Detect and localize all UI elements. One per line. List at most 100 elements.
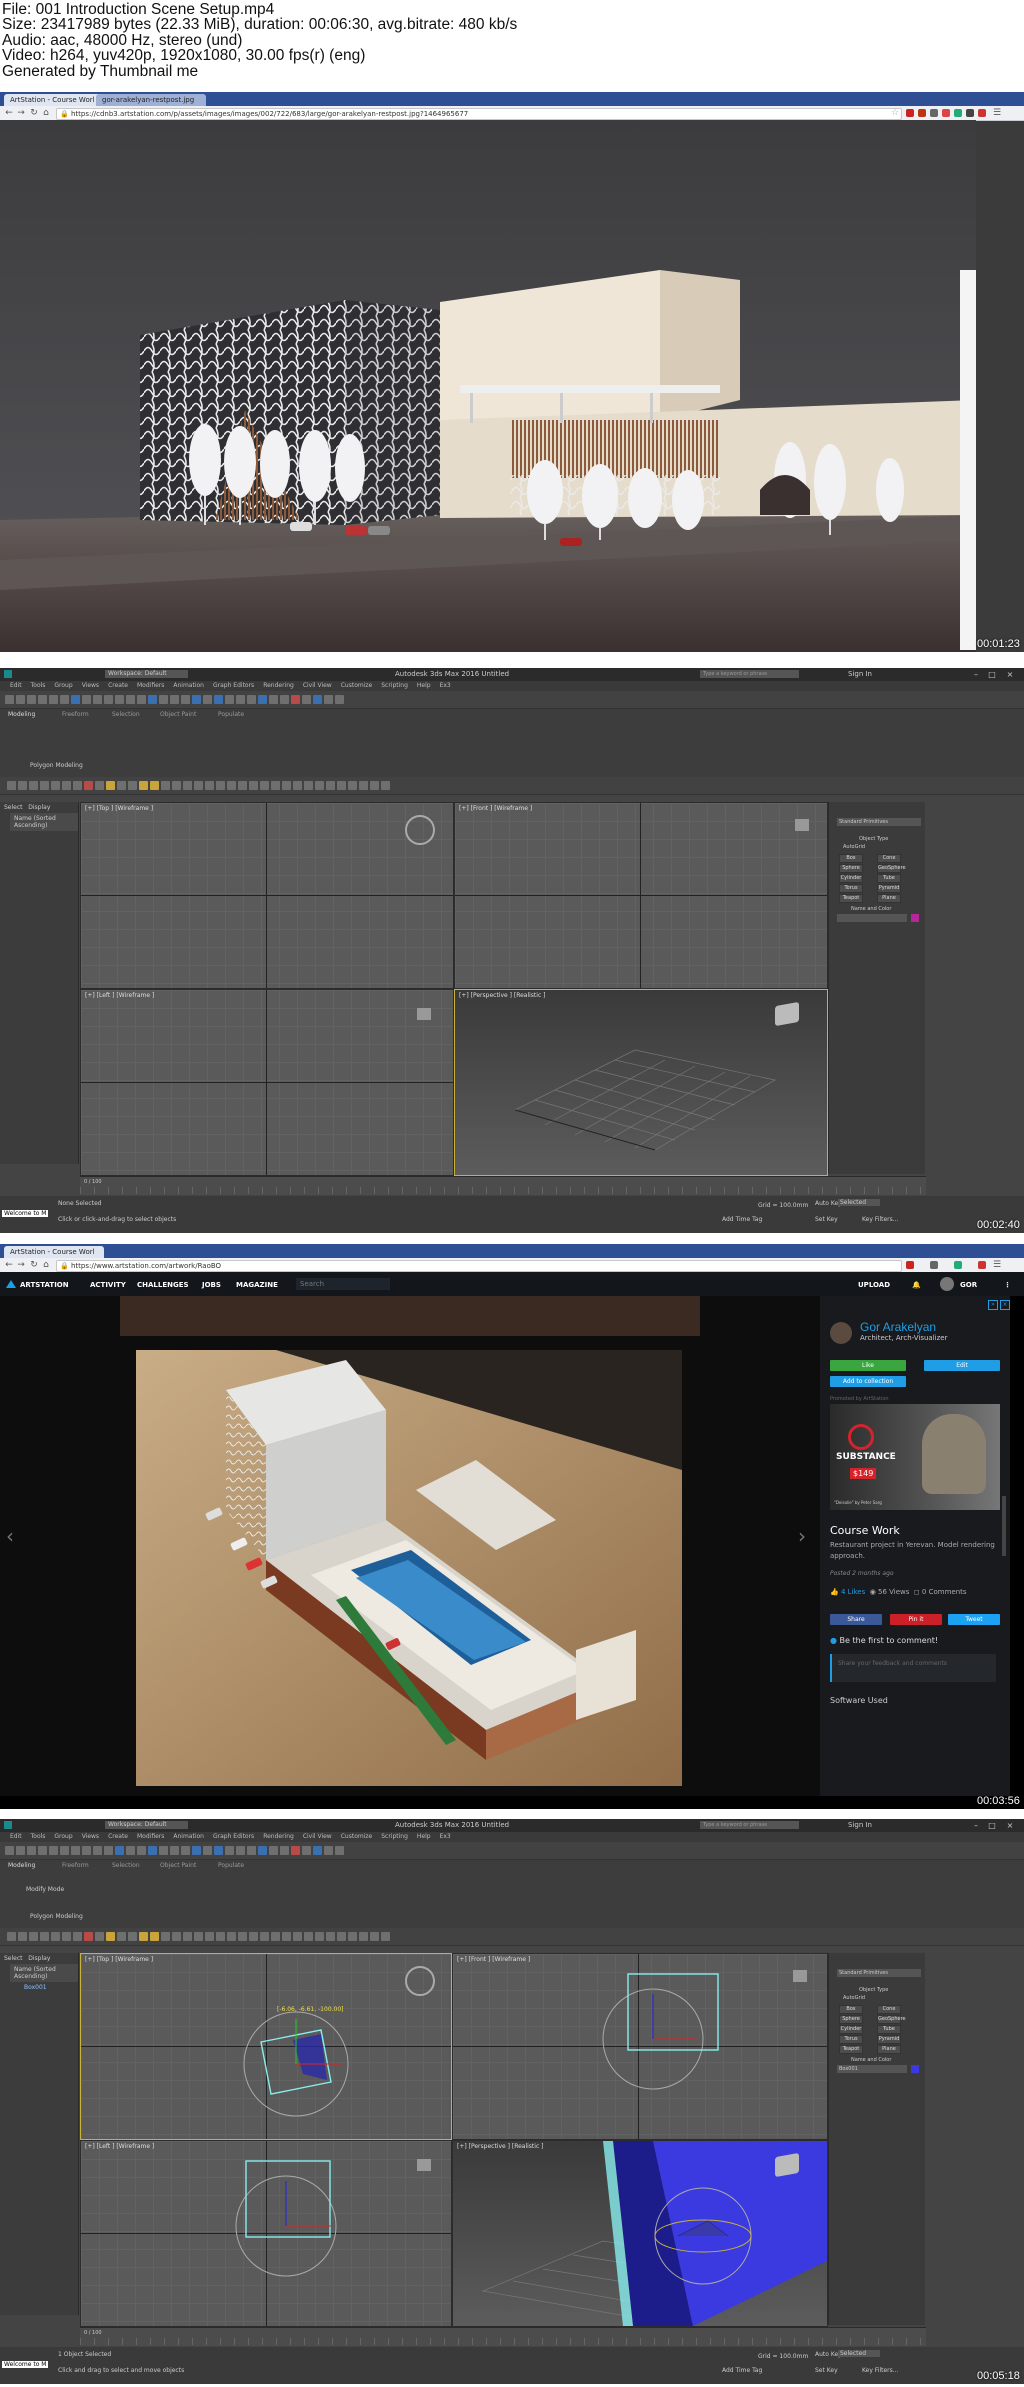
adblock-icon[interactable] (918, 109, 926, 117)
autogrid-checkbox[interactable]: AutoGrid (843, 1995, 865, 2001)
tool-icon[interactable] (62, 781, 71, 790)
menu-ex3[interactable]: Ex3 (440, 682, 451, 689)
tool-icon[interactable] (302, 1846, 311, 1855)
menu-customize[interactable]: Customize (341, 682, 373, 689)
scale-icon[interactable] (137, 695, 146, 704)
upload-button[interactable]: UPLOAD (858, 1281, 890, 1289)
select-by-name-icon[interactable] (82, 695, 91, 704)
tool-icon[interactable] (40, 781, 49, 790)
previous-arrow-icon[interactable]: ‹ (6, 1524, 14, 1548)
viewcube-icon[interactable] (417, 2159, 431, 2171)
tool-icon[interactable] (337, 781, 346, 790)
minimize-icon[interactable]: – (970, 1819, 982, 1832)
viewport-left[interactable]: [+] [Left ] [Wireframe ] (80, 989, 454, 1176)
tool-icon[interactable] (282, 1932, 291, 1941)
browser-tab-artstation[interactable]: ArtStation - Course Worl (4, 1246, 104, 1258)
menu-icon[interactable]: ☰ (992, 108, 1002, 118)
curve-editor-icon[interactable] (236, 1846, 245, 1855)
tool-icon[interactable] (260, 781, 269, 790)
maxscript-listener[interactable]: Welcome to M (2, 1210, 49, 1217)
cone-button[interactable]: Cone (877, 2005, 901, 2014)
tool-icon[interactable] (172, 1932, 181, 1941)
tab-display[interactable]: Display (28, 1955, 50, 1962)
object-name-field[interactable] (837, 914, 907, 922)
likes-count[interactable]: 4 Likes (841, 1588, 865, 1596)
ribbon-tab-selection[interactable]: Selection (112, 1862, 140, 1869)
timeline-ruler[interactable] (80, 1187, 926, 1194)
scene-list-header[interactable]: Name (Sorted Ascending) (10, 813, 78, 831)
tool-icon[interactable] (106, 1932, 115, 1941)
cone-button[interactable]: Cone (877, 854, 901, 863)
primitive-dropdown[interactable]: Standard Primitives (837, 1969, 921, 1977)
percent-snap-icon[interactable] (181, 695, 190, 704)
close-icon[interactable]: × (1000, 1300, 1010, 1310)
artstation-logo-icon[interactable] (6, 1280, 16, 1288)
reload-icon[interactable]: ↻ (29, 1260, 39, 1270)
extension-icon[interactable] (954, 1261, 962, 1269)
teapot-button[interactable]: Teapot (839, 894, 863, 903)
maximize-icon[interactable]: □ (986, 668, 998, 681)
align-icon[interactable] (203, 695, 212, 704)
geosphere-button[interactable]: GeoSphere (877, 2015, 906, 2024)
tool-icon[interactable] (150, 781, 159, 790)
polygon-modeling-label[interactable]: Polygon Modeling (30, 762, 83, 769)
menu-scripting[interactable]: Scripting (381, 682, 408, 689)
bind-icon[interactable] (49, 695, 58, 704)
render-frame-icon[interactable] (280, 1846, 289, 1855)
workspace-dropdown[interactable]: Workspace: Default (105, 1821, 188, 1829)
tab-select[interactable]: Select (4, 804, 23, 811)
select-icon[interactable] (71, 695, 80, 704)
menu-modifiers[interactable]: Modifiers (137, 1833, 164, 1840)
user-menu[interactable]: GOR (960, 1281, 977, 1289)
name-color-rollout[interactable]: Name and Color (851, 2057, 891, 2063)
tool-icon[interactable] (260, 1932, 269, 1941)
timeline[interactable]: 0 / 100 (80, 2327, 926, 2346)
align-icon[interactable] (203, 1846, 212, 1855)
polygon-modeling-label[interactable]: Polygon Modeling (30, 1913, 83, 1920)
region-icon[interactable] (93, 695, 102, 704)
promo-banner[interactable]: SUBSTANCE $149 "Deisolie" by Peter Sarg (830, 1404, 1000, 1510)
tool-icon[interactable] (326, 781, 335, 790)
workspace-dropdown[interactable]: Workspace: Default (105, 670, 188, 678)
menu-views[interactable]: Views (82, 682, 99, 689)
move-icon[interactable] (115, 695, 124, 704)
like-button[interactable]: Like (830, 1360, 906, 1371)
layer-icon[interactable] (214, 695, 223, 704)
home-icon[interactable]: ⌂ (41, 108, 51, 118)
url-field[interactable]: 🔒 https://cdnb3.artstation.com/p/assets/i… (56, 108, 902, 120)
object-color-swatch[interactable] (911, 2065, 919, 2073)
extension-icon[interactable] (978, 109, 986, 117)
extension-icon[interactable] (954, 109, 962, 117)
ribbon-tab-modeling[interactable]: Modeling (8, 1862, 35, 1869)
menu-scripting[interactable]: Scripting (381, 1833, 408, 1840)
render-icon[interactable] (291, 695, 300, 704)
rotate-icon[interactable] (126, 1846, 135, 1855)
menu-help[interactable]: Help (417, 1833, 431, 1840)
material-editor-icon[interactable] (258, 1846, 267, 1855)
tool-icon[interactable] (128, 1932, 137, 1941)
comment-input[interactable]: Share your feedback and comments (830, 1654, 996, 1682)
undo-icon[interactable] (5, 1846, 14, 1855)
window-crossing-icon[interactable] (104, 695, 113, 704)
ribbon-tab-freeform[interactable]: Freeform (62, 1862, 89, 1869)
bell-icon[interactable]: 🔔 (912, 1281, 921, 1289)
tool-icon[interactable] (227, 781, 236, 790)
home-icon[interactable]: ⌂ (41, 1260, 51, 1270)
viewport-perspective[interactable]: [+] [Perspective ] [Realistic ] (454, 989, 828, 1176)
star-icon[interactable]: ☆ (890, 108, 900, 118)
tool-icon[interactable] (172, 781, 181, 790)
menu-civil-view[interactable]: Civil View (303, 1833, 332, 1840)
tool-icon[interactable] (18, 781, 27, 790)
forward-icon[interactable]: → (16, 1260, 26, 1270)
viewcube-icon[interactable] (405, 815, 435, 845)
mirror-icon[interactable] (192, 695, 201, 704)
link-icon[interactable] (27, 1846, 36, 1855)
viewcube-icon[interactable] (793, 1970, 807, 1982)
viewcube-icon[interactable] (775, 1001, 799, 1027)
menu-civil-view[interactable]: Civil View (303, 682, 332, 689)
tool-icon[interactable] (139, 1932, 148, 1941)
add-time-tag[interactable]: Add Time Tag (722, 2367, 762, 2374)
sphere-button[interactable]: Sphere (839, 2015, 863, 2024)
tool-icon[interactable] (84, 1932, 93, 1941)
edit-button[interactable]: Edit (924, 1360, 1000, 1371)
